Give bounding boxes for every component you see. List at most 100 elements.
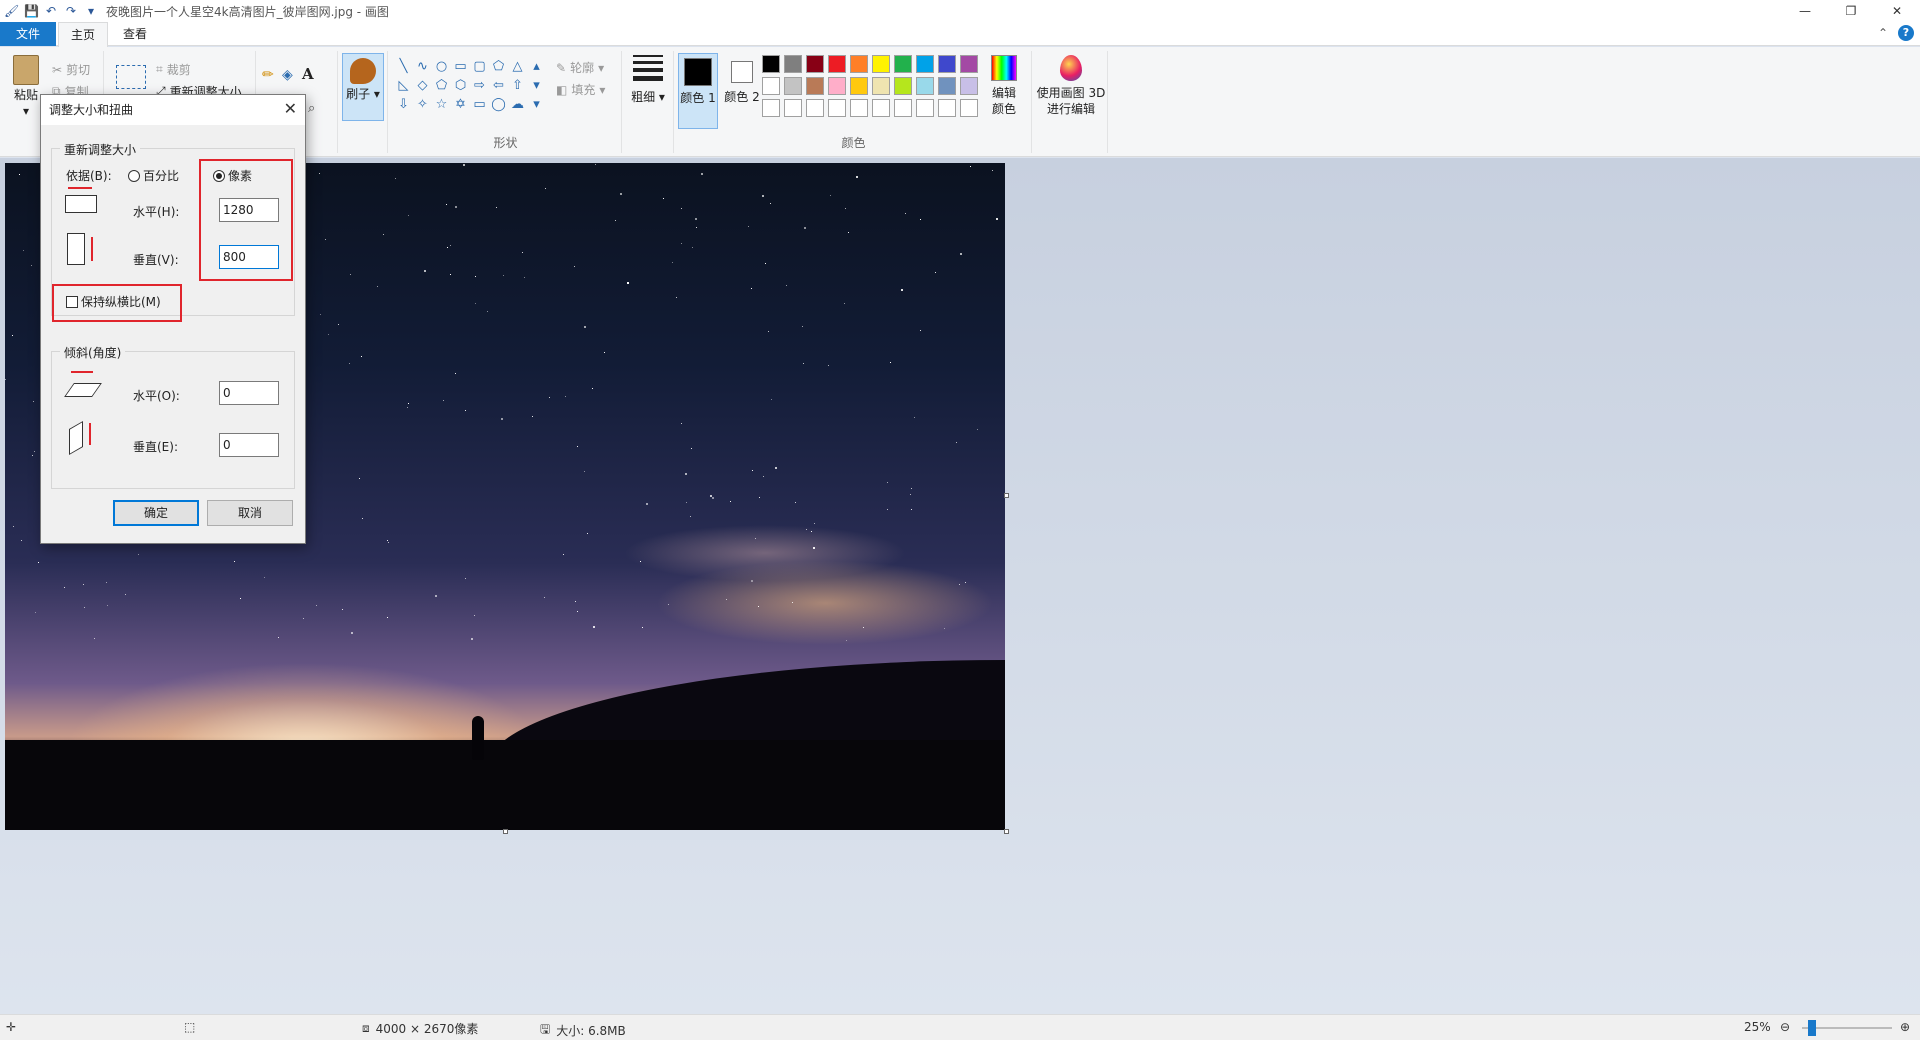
palette-swatch[interactable] [894,55,912,73]
scroll-down-icon[interactable]: ▾ [527,76,546,95]
outline-button[interactable]: ✎ 轮廓 ▾ [556,59,604,76]
rectangle-shape-icon[interactable]: ▭ [451,57,470,76]
palette-swatch[interactable] [828,77,846,95]
palette-swatch[interactable] [762,77,780,95]
star [751,580,753,582]
palette-swatch[interactable] [872,99,890,117]
restore-button[interactable]: ❐ [1828,0,1874,22]
palette-swatch[interactable] [784,77,802,95]
curve-shape-icon[interactable]: ∿ [413,57,432,76]
customize-toolbar-icon[interactable]: ▾ [84,4,98,18]
star5-shape-icon[interactable]: ☆ [432,95,451,114]
tab-home[interactable]: 主页 [58,22,108,47]
select-icon[interactable] [116,65,146,89]
redo-icon[interactable]: ↷ [64,4,78,18]
paste-button[interactable]: 粘贴 ▾ [8,55,44,119]
close-window-button[interactable]: ✕ [1874,0,1920,22]
collapse-ribbon-icon[interactable]: ⌃ [1878,26,1888,40]
palette-swatch[interactable] [894,99,912,117]
color2-button[interactable]: 颜色 2 [722,53,762,129]
star [856,176,858,178]
palette-swatch[interactable] [916,77,934,95]
tab-file[interactable]: 文件 [0,22,56,46]
save-icon[interactable]: 💾 [24,4,39,18]
color1-button[interactable]: 颜色 1 [678,53,718,129]
palette-swatch[interactable] [806,77,824,95]
star6-shape-icon[interactable]: ✡ [451,95,470,114]
ok-button[interactable]: 确定 [113,500,199,526]
dialog-close-icon[interactable]: ✕ [284,99,297,118]
cut-button[interactable]: ✂ 剪切 [52,61,90,78]
size-button[interactable]: 粗细 ▾ [628,55,668,105]
palette-swatch[interactable] [850,55,868,73]
palette-swatch[interactable] [806,99,824,117]
right-arrow-shape-icon[interactable]: ⇨ [470,76,489,95]
scroll-up-icon[interactable]: ▴ [527,57,546,76]
palette-swatch[interactable] [872,77,890,95]
cancel-button[interactable]: 取消 [207,500,293,526]
edit-colors-button[interactable]: 编辑颜色 [980,55,1028,117]
palette-swatch[interactable] [806,55,824,73]
palette-swatch[interactable] [828,99,846,117]
star4-shape-icon[interactable]: ✧ [413,95,432,114]
fill-bucket-icon[interactable]: ◈ [282,67,293,83]
oval-shape-icon[interactable]: ○ [432,57,451,76]
palette-swatch[interactable] [784,99,802,117]
crop-button[interactable]: ⌗ 裁剪 [156,61,191,78]
palette-swatch[interactable] [938,55,956,73]
line-shape-icon[interactable]: ╲ [394,57,413,76]
palette-swatch[interactable] [872,55,890,73]
pencil-icon[interactable]: ✏ [262,67,274,83]
cloud-shape-icon[interactable]: ☁ [508,95,527,114]
star [814,523,815,524]
color-palette[interactable] [760,53,980,119]
palette-swatch[interactable] [938,99,956,117]
palette-swatch[interactable] [916,55,934,73]
fill-button[interactable]: ◧ 填充 ▾ [556,81,605,98]
ground-silhouette [5,740,1005,830]
text-icon[interactable]: A [302,65,314,83]
palette-swatch[interactable] [762,99,780,117]
help-icon[interactable]: ? [1898,25,1914,41]
palette-swatch[interactable] [850,99,868,117]
pentagon-shape-icon[interactable]: ⬠ [432,76,451,95]
palette-swatch[interactable] [894,77,912,95]
resize-handle-bottom[interactable] [503,829,508,834]
paint3d-button[interactable]: 使用画图 3D 进行编辑 [1036,55,1106,117]
left-arrow-shape-icon[interactable]: ⇦ [489,76,508,95]
skew-horizontal-input[interactable]: 0 [219,381,279,405]
resize-handle-right[interactable] [1004,493,1009,498]
brush-button[interactable]: 刷子 ▾ [342,53,384,121]
skew-vertical-input[interactable]: 0 [219,433,279,457]
star [668,604,669,605]
undo-icon[interactable]: ↶ [44,4,58,18]
tab-view[interactable]: 查看 [110,22,160,46]
shapes-gallery[interactable]: ╲ ∿ ○ ▭ ▢ ⬠ △ ▴ ◺ ◇ ⬠ ⬡ ⇨ ⇦ ⇧ ▾ ⇩ ✧ ☆ ✡ ▭ ◯ ☁ ▾ [394,57,546,114]
palette-swatch[interactable] [784,55,802,73]
polygon-shape-icon[interactable]: ⬠ [489,57,508,76]
triangle-shape-icon[interactable]: △ [508,57,527,76]
rounded-rect-shape-icon[interactable]: ▢ [470,57,489,76]
up-arrow-shape-icon[interactable]: ⇧ [508,76,527,95]
hexagon-shape-icon[interactable]: ⬡ [451,76,470,95]
palette-swatch[interactable] [938,77,956,95]
zoom-out-icon[interactable]: ⊖ [1780,1020,1790,1034]
palette-swatch[interactable] [828,55,846,73]
minimize-button[interactable]: — [1782,0,1828,22]
vertical-label: 垂直(V): [133,253,179,267]
more-shapes-icon[interactable]: ▾ [527,95,546,114]
diamond-shape-icon[interactable]: ◇ [413,76,432,95]
zoom-in-icon[interactable]: ⊕ [1900,1020,1910,1034]
palette-swatch[interactable] [762,55,780,73]
callout-rect-shape-icon[interactable]: ▭ [470,95,489,114]
magnifier-icon[interactable]: ⌕ [308,101,315,116]
star [577,611,578,612]
percent-radio[interactable]: 百分比 [128,167,179,184]
resize-handle-corner[interactable] [1004,829,1009,834]
zoom-slider-thumb[interactable] [1808,1020,1816,1036]
down-arrow-shape-icon[interactable]: ⇩ [394,95,413,114]
palette-swatch[interactable] [916,99,934,117]
palette-swatch[interactable] [850,77,868,95]
right-triangle-shape-icon[interactable]: ◺ [394,76,413,95]
callout-oval-shape-icon[interactable]: ◯ [489,95,508,114]
